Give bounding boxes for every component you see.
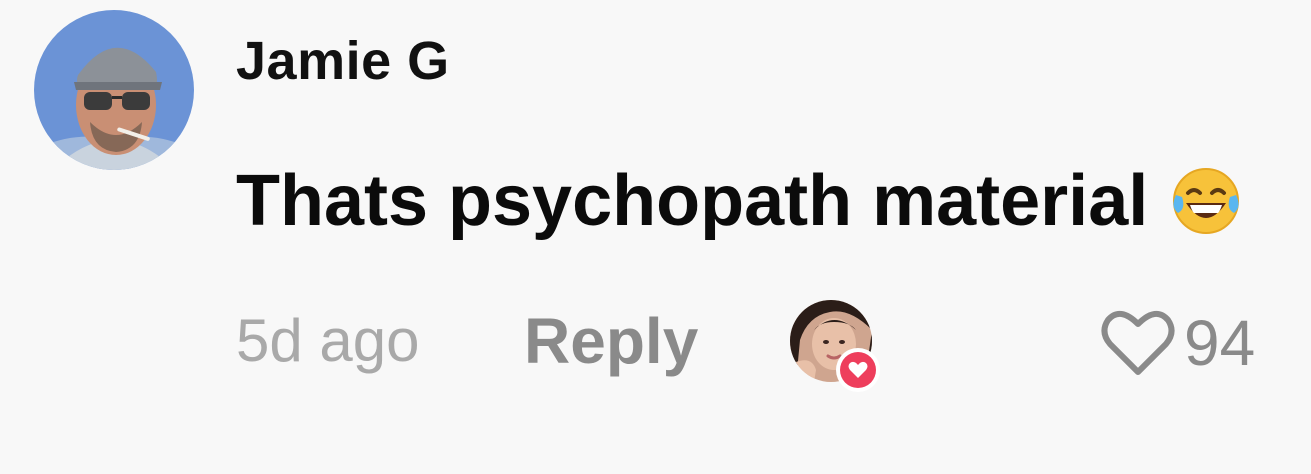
like-count: 94 (1184, 307, 1256, 379)
creator-liked-indicator (790, 300, 886, 392)
comment-body: Thats psychopath material (236, 160, 1244, 242)
comment-timestamp: 5d ago (236, 307, 420, 374)
face-with-tears-of-joy-icon (1168, 163, 1244, 239)
heart-outline-icon[interactable] (1100, 308, 1176, 378)
heart-badge-icon (840, 352, 876, 388)
comment-actions: 5d ago Reply 94 (0, 300, 1311, 392)
creator-heart-badge (836, 348, 880, 392)
comment-username[interactable]: Jamie G (236, 30, 450, 92)
user-avatar-image (34, 10, 194, 170)
user-avatar[interactable] (34, 10, 194, 170)
comment-text: Thats psychopath material (236, 161, 1149, 241)
comment-item: Jamie G Thats psychopath material 5d ago… (0, 0, 1311, 474)
like-button[interactable]: 94 (1100, 306, 1255, 380)
reply-button[interactable]: Reply (524, 304, 698, 378)
